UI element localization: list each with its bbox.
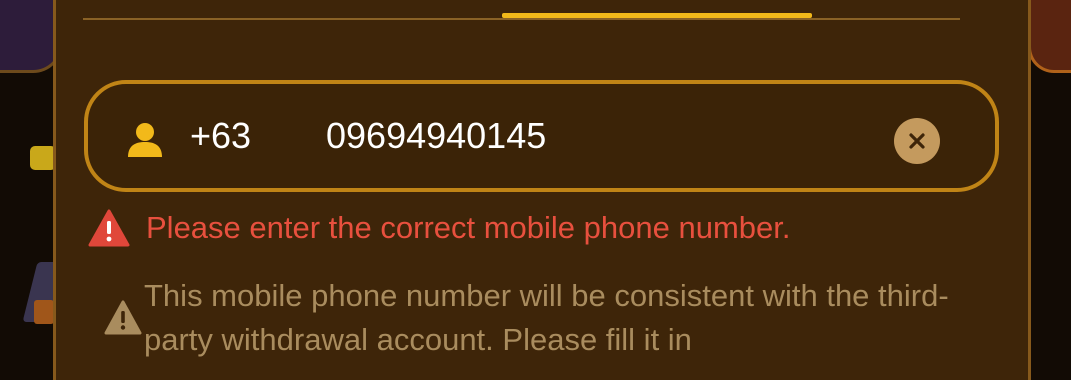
background-decoration (34, 300, 54, 324)
active-tab-indicator (502, 13, 812, 18)
country-code[interactable]: +63 (190, 112, 251, 160)
notice-text: This mobile phone number will be consist… (144, 278, 949, 357)
error-message: Please enter the correct mobile phone nu… (146, 210, 791, 245)
warning-triangle-icon (104, 300, 142, 335)
tab-divider (83, 18, 960, 20)
validation-error: Please enter the correct mobile phone nu… (88, 206, 791, 250)
background-decoration (1028, 0, 1071, 73)
phone-number-field[interactable]: +63 (84, 80, 999, 192)
close-icon (909, 133, 925, 149)
phone-number-input[interactable] (326, 112, 866, 160)
warning-triangle-icon (88, 209, 130, 247)
user-icon (128, 123, 162, 157)
clear-input-button[interactable] (894, 118, 940, 164)
